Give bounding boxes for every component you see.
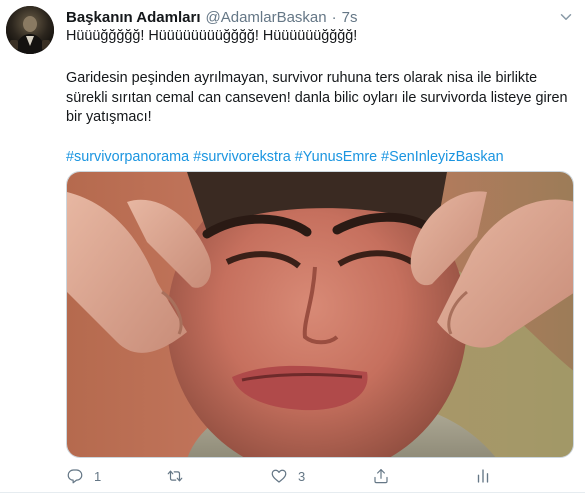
user-handle[interactable]: @AdamlarBaskan [206, 9, 327, 26]
analytics-button[interactable] [474, 466, 492, 486]
tweet-media[interactable] [66, 171, 574, 458]
hashtag-link[interactable]: #SenInleyizBaskan [381, 149, 503, 165]
chevron-down-icon[interactable] [557, 8, 575, 26]
separator-dot: · [331, 8, 337, 26]
tweet-text-line: Hüüüğğğğğ! Hüüüüüüüüğğğğ! Hüüüüüüğğğğ! [66, 28, 358, 44]
tweet-text-paragraph: Garidesin peşinden ayrılmayan, survivor … [66, 70, 568, 126]
avatar[interactable] [6, 6, 54, 54]
share-icon [374, 469, 388, 484]
retweet-icon [167, 470, 183, 482]
like-button[interactable]: 3 [270, 466, 305, 486]
reply-button[interactable]: 1 [66, 466, 101, 486]
tweet[interactable]: Başkanın Adamları @AdamlarBaskan · 7s Hü… [0, 0, 585, 493]
avatar-image [6, 6, 54, 54]
tweet-header: Başkanın Adamları @AdamlarBaskan · 7s [66, 7, 357, 27]
tweet-timestamp[interactable]: 7s [342, 9, 358, 26]
hashtag-link[interactable]: #survivorpanorama [66, 149, 189, 165]
tweet-text: Hüüüğğğğğ! Hüüüüüüüüğğğğ! Hüüüüüüğğğğ! G… [66, 27, 571, 167]
media-photo [67, 172, 573, 457]
hashtag-list: #survivorpanorama #survivorekstra #Yunus… [66, 148, 571, 168]
retweet-button[interactable] [166, 466, 194, 486]
heart-icon [271, 469, 287, 483]
hashtag-link[interactable]: #survivorekstra [193, 149, 291, 165]
share-button[interactable] [372, 466, 390, 486]
hashtag-link[interactable]: #YunusEmre [295, 149, 377, 165]
like-count: 3 [298, 468, 306, 484]
tweet-actions: 1 3 [66, 466, 566, 488]
analytics-icon [477, 469, 489, 483]
display-name[interactable]: Başkanın Adamları [66, 9, 201, 26]
reply-icon [67, 469, 83, 484]
reply-count: 1 [94, 468, 102, 484]
